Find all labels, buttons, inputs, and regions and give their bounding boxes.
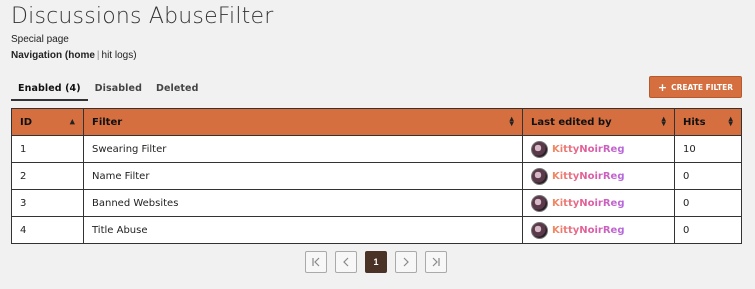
table-header-row: ID ▲ Filter ▲ ▼ Last edited by ▲ ▼ Hits ▲ ▼ (11, 108, 742, 136)
cell-id: 3 (11, 189, 84, 217)
column-label-hits: Hits (683, 116, 706, 128)
filter-tabs: Enabled (4) Disabled Deleted (11, 77, 206, 101)
user-link[interactable]: KittyNoirReg (531, 167, 666, 185)
table-row[interactable]: 1 Swearing Filter KittyNoirReg 10 (11, 135, 742, 163)
page: Discussions AbuseFilter Special page Nav… (0, 0, 755, 289)
column-label-last-edited-by: Last edited by (531, 116, 612, 128)
first-page-button[interactable] (305, 251, 327, 273)
navigation-line: Navigation (home | hit logs) (11, 50, 137, 61)
plus-icon: + (657, 80, 668, 94)
username: KittyNoirReg (552, 224, 625, 236)
nav-home-link[interactable]: home (68, 50, 95, 61)
username: KittyNoirReg (552, 170, 625, 182)
nav-separator: | (96, 50, 100, 61)
cell-editor: KittyNoirReg (522, 135, 675, 163)
tab-enabled[interactable]: Enabled (4) (11, 77, 88, 101)
cell-id: 4 (11, 216, 84, 244)
table-row[interactable]: 3 Banned Websites KittyNoirReg 0 (11, 189, 742, 217)
create-filter-label: CREATE FILTER (671, 82, 734, 92)
nav-prefix: Navigation ( (11, 50, 69, 61)
column-label-id: ID (20, 116, 33, 128)
cell-hits: 0 (674, 216, 742, 244)
avatar (531, 221, 548, 239)
table-row[interactable]: 4 Title Abuse KittyNoirReg 0 (11, 216, 742, 244)
cell-hits: 10 (674, 135, 742, 163)
pagination: 1 (305, 251, 447, 273)
cell-hits: 0 (674, 162, 742, 190)
last-page-icon (432, 257, 440, 267)
cell-filter[interactable]: Swearing Filter (83, 135, 523, 163)
sort-ascending-icon: ▲ (69, 117, 75, 126)
last-page-button[interactable] (425, 251, 447, 273)
cell-editor: KittyNoirReg (522, 162, 675, 190)
cell-hits: 0 (674, 189, 742, 217)
cell-editor: KittyNoirReg (522, 216, 675, 244)
nav-hit-logs-link[interactable]: hit logs (102, 50, 134, 61)
page-subtitle: Special page (11, 34, 69, 45)
nav-suffix: ) (133, 50, 137, 61)
column-header-hits[interactable]: Hits ▲ ▼ (674, 108, 742, 136)
cell-editor: KittyNoirReg (522, 189, 675, 217)
chevron-right-icon (403, 257, 409, 267)
page-number-button[interactable]: 1 (365, 251, 387, 273)
previous-page-button[interactable] (335, 251, 357, 273)
create-filter-button[interactable]: + CREATE FILTER (649, 76, 742, 98)
avatar (531, 140, 548, 158)
cell-filter[interactable]: Banned Websites (83, 189, 523, 217)
next-page-button[interactable] (395, 251, 417, 273)
avatar (531, 194, 548, 212)
username: KittyNoirReg (552, 197, 625, 209)
user-link[interactable]: KittyNoirReg (531, 221, 666, 239)
table-row[interactable]: 2 Name Filter KittyNoirReg 0 (11, 162, 742, 190)
column-header-last-edited-by[interactable]: Last edited by ▲ ▼ (522, 108, 675, 136)
sort-both-icon: ▲ ▼ (728, 115, 733, 128)
sort-both-icon: ▲ ▼ (661, 115, 666, 128)
cell-id: 2 (11, 162, 84, 190)
tab-deleted[interactable]: Deleted (149, 77, 206, 101)
tab-disabled[interactable]: Disabled (88, 77, 149, 101)
column-header-filter[interactable]: Filter ▲ ▼ (83, 108, 523, 136)
page-title: Discussions AbuseFilter (11, 4, 274, 29)
first-page-icon (312, 257, 320, 267)
cell-id: 1 (11, 135, 84, 163)
username: KittyNoirReg (552, 143, 625, 155)
user-link[interactable]: KittyNoirReg (531, 194, 666, 212)
column-header-id[interactable]: ID ▲ (11, 108, 84, 136)
filters-table: ID ▲ Filter ▲ ▼ Last edited by ▲ ▼ Hits ▲ ▼ (11, 108, 742, 244)
sort-both-icon: ▲ ▼ (509, 115, 514, 128)
cell-filter[interactable]: Title Abuse (83, 216, 523, 244)
column-label-filter: Filter (92, 116, 123, 128)
chevron-left-icon (343, 257, 349, 267)
user-link[interactable]: KittyNoirReg (531, 140, 666, 158)
cell-filter[interactable]: Name Filter (83, 162, 523, 190)
avatar (531, 167, 548, 185)
